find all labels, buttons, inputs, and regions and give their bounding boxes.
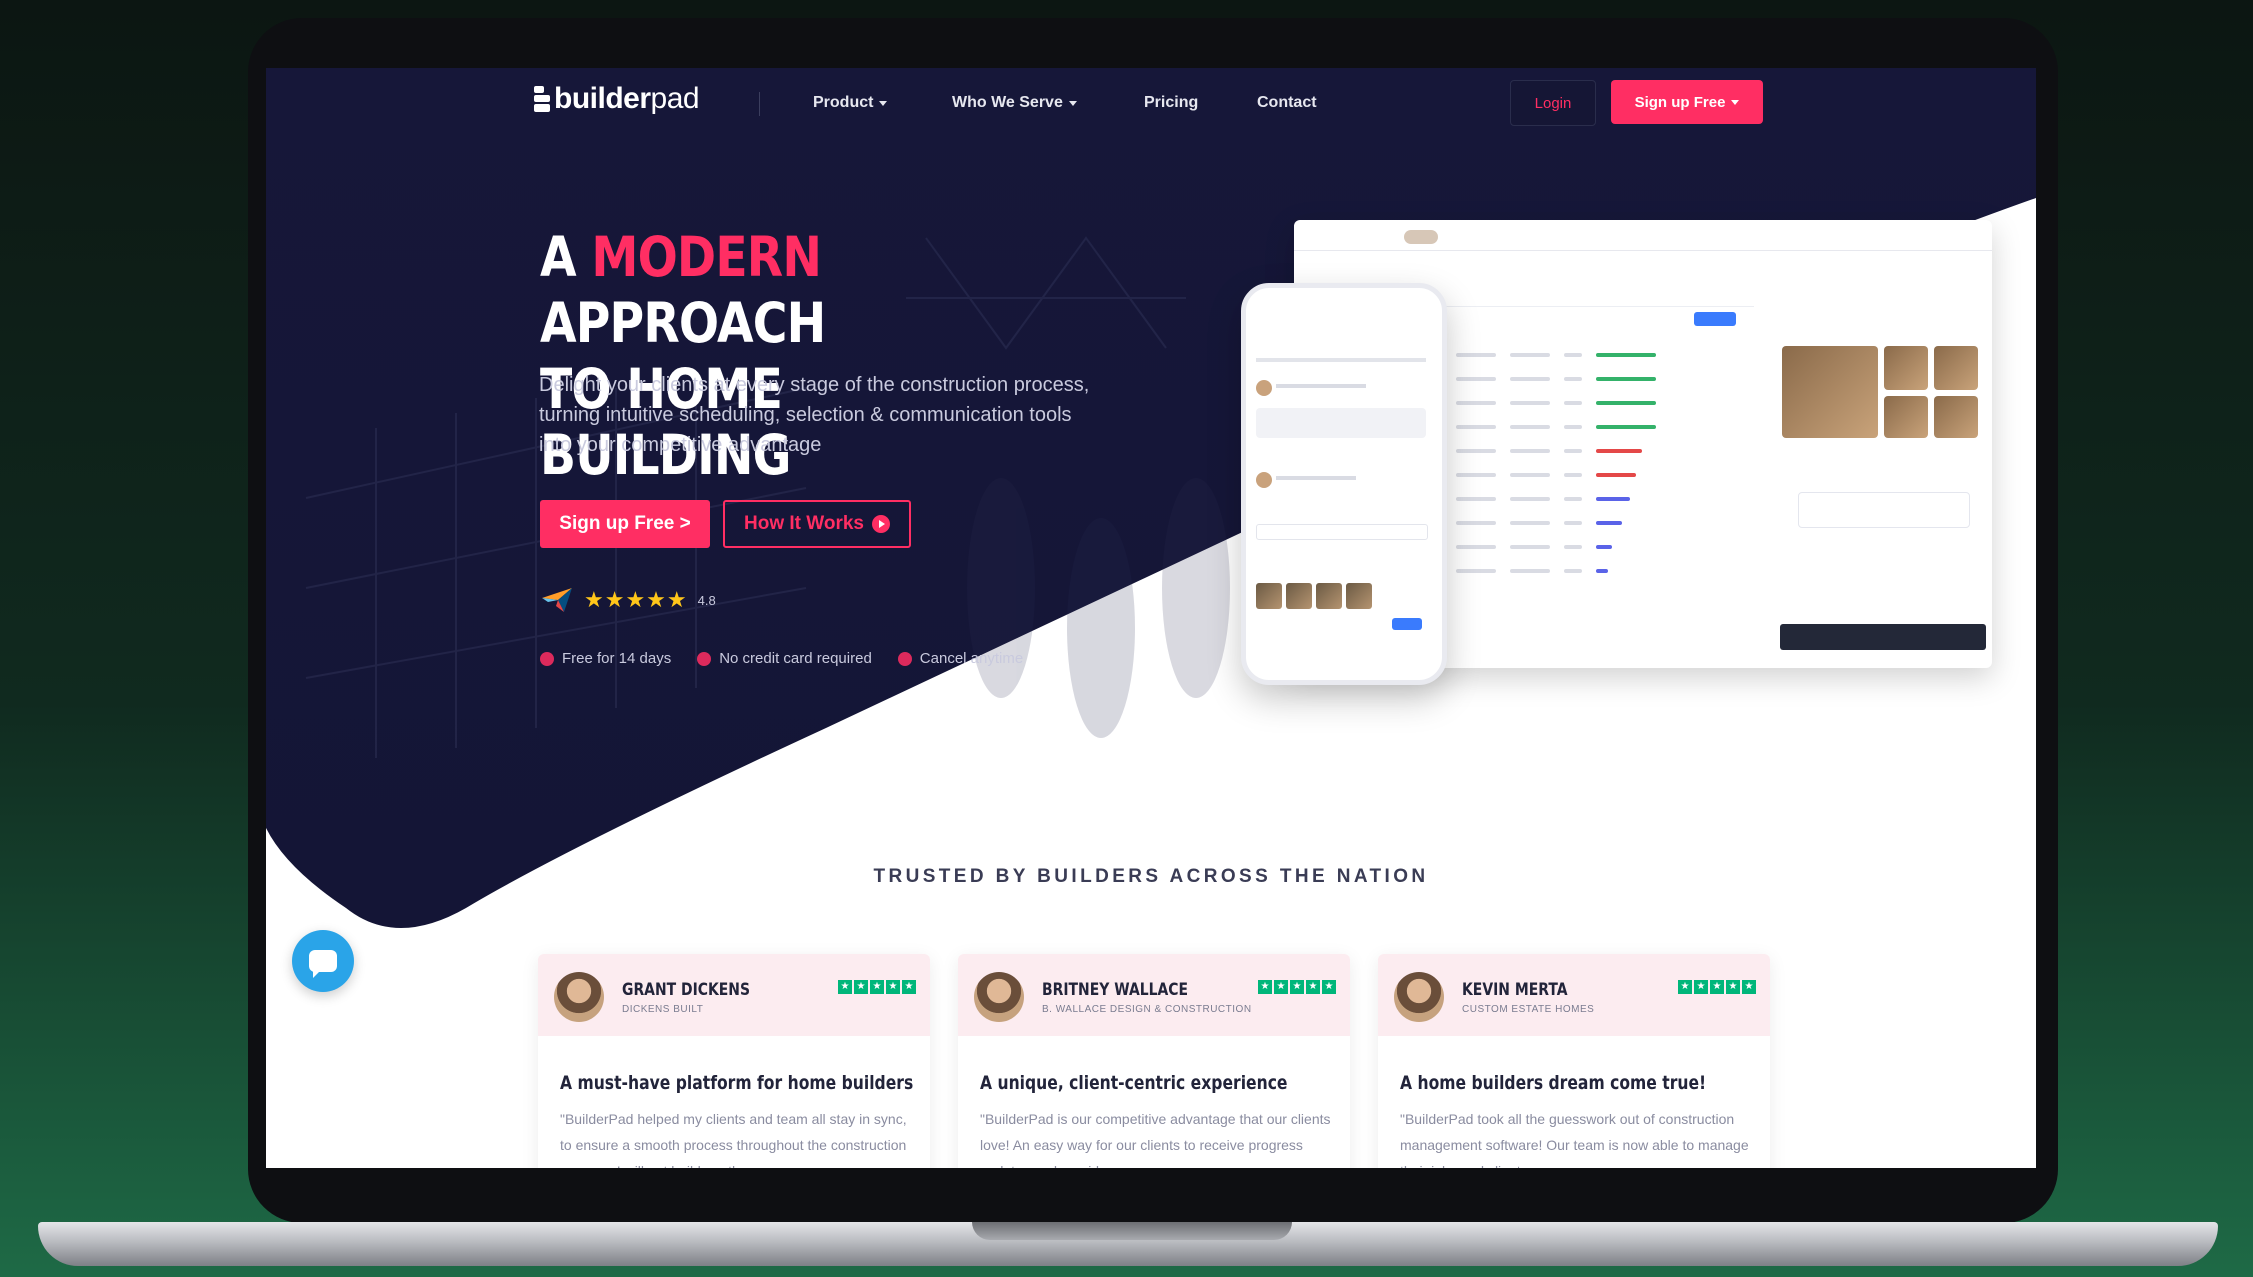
perk-item: Free for 14 days bbox=[540, 650, 671, 667]
rating-row: ★★★★★ 4.8 bbox=[540, 586, 716, 614]
logo-wordmark: builderpad bbox=[554, 82, 700, 115]
trustpilot-stars: ★ ★ ★ ★ ★ bbox=[1258, 980, 1336, 994]
review-card-header: BRITNEY WALLACE B. WALLACE DESIGN & CONS… bbox=[958, 954, 1350, 1036]
nav-product[interactable]: Product bbox=[813, 94, 888, 112]
review-card-header: GRANT DICKENS DICKENS BUILT ★ ★ ★ ★ ★ bbox=[538, 954, 930, 1036]
avatar bbox=[1394, 972, 1444, 1022]
laptop-notch bbox=[972, 1222, 1292, 1240]
trustpilot-stars: ★ ★ ★ ★ ★ bbox=[1678, 980, 1756, 994]
logo-mark-icon bbox=[534, 86, 550, 112]
feed-photo bbox=[1782, 346, 1878, 438]
phone-mockup bbox=[1241, 283, 1447, 685]
dashboard-action-button bbox=[1780, 624, 1986, 650]
review-body: "BuilderPad helped my clients and team a… bbox=[560, 1111, 907, 1168]
review-cards: GRANT DICKENS DICKENS BUILT ★ ★ ★ ★ ★ A must… bbox=[538, 954, 1770, 1168]
nav-contact[interactable]: Contact bbox=[1257, 94, 1317, 112]
reviewer-company: CUSTOM ESTATE HOMES bbox=[1462, 1004, 1595, 1015]
review-body: "BuilderPad is our competitive advantage… bbox=[980, 1111, 1331, 1168]
reviewer-name: GRANT DICKENS bbox=[622, 980, 751, 1000]
feed-photo bbox=[1934, 396, 1978, 438]
dashboard-header bbox=[1294, 220, 1992, 251]
hero-signup-button[interactable]: Sign up Free > bbox=[540, 500, 710, 548]
avatar bbox=[974, 972, 1024, 1022]
review-title: A must-have platform for home builders bbox=[560, 1072, 914, 1094]
website-screen: builderpad Product Who We Serve Pricing … bbox=[266, 68, 2036, 1168]
chat-widget-button[interactable] bbox=[292, 930, 354, 992]
perks-row: Free for 14 days No credit card required… bbox=[540, 650, 1023, 667]
review-title: A home builders dream come true! bbox=[1400, 1072, 1707, 1094]
perk-item: No credit card required bbox=[697, 650, 872, 667]
reviewer-company: DICKENS BUILT bbox=[622, 1004, 704, 1015]
rating-value: 4.8 bbox=[697, 592, 716, 608]
how-it-works-button[interactable]: How It Works bbox=[723, 500, 911, 548]
review-body: "BuilderPad took all the guesswork out o… bbox=[1400, 1111, 1749, 1168]
feed-photo bbox=[1884, 346, 1928, 390]
top-nav: builderpad Product Who We Serve Pricing … bbox=[266, 68, 2036, 134]
trustpilot-stars: ★ ★ ★ ★ ★ bbox=[838, 980, 916, 994]
review-card-header: KEVIN MERTA CUSTOM ESTATE HOMES ★ ★ ★ ★ ★ bbox=[1378, 954, 1770, 1036]
rating-stars: ★★★★★ bbox=[584, 587, 688, 612]
chevron-down-icon bbox=[879, 100, 888, 106]
builderpad-logo[interactable]: builderpad bbox=[534, 82, 700, 116]
avatar bbox=[554, 972, 604, 1022]
chat-bubble-icon bbox=[309, 950, 337, 978]
perk-item: Cancel anytime bbox=[897, 650, 1023, 667]
reviewer-company: B. WALLACE DESIGN & CONSTRUCTION bbox=[1042, 1004, 1252, 1015]
feed-photo bbox=[1934, 346, 1978, 390]
nav-pricing[interactable]: Pricing bbox=[1144, 94, 1198, 112]
capterra-arrow-icon bbox=[542, 588, 572, 612]
nav-who-we-serve[interactable]: Who We Serve bbox=[952, 94, 1077, 112]
hero-title-accent: MODERN bbox=[591, 225, 822, 289]
hero-subtitle: Delight your clients at every stage of t… bbox=[539, 374, 1090, 456]
play-circle-icon bbox=[872, 515, 890, 533]
review-title: A unique, client-centric experience bbox=[980, 1072, 1288, 1094]
review-card: KEVIN MERTA CUSTOM ESTATE HOMES ★ ★ ★ ★ ★ A … bbox=[1378, 954, 1770, 1168]
reviewer-name: BRITNEY WALLACE bbox=[1042, 980, 1189, 1000]
review-card: GRANT DICKENS DICKENS BUILT ★ ★ ★ ★ ★ A must… bbox=[538, 954, 930, 1168]
chevron-down-icon bbox=[1068, 100, 1077, 106]
review-card: BRITNEY WALLACE B. WALLACE DESIGN & CONS… bbox=[958, 954, 1350, 1168]
reviewer-name: KEVIN MERTA bbox=[1462, 980, 1568, 1000]
trusted-heading: TRUSTED BY BUILDERS ACROSS THE NATION bbox=[873, 866, 1429, 887]
chevron-down-icon bbox=[1731, 99, 1740, 105]
nav-divider bbox=[759, 92, 760, 116]
cancel-icon bbox=[897, 651, 912, 666]
gift-icon bbox=[540, 651, 554, 666]
card-icon bbox=[697, 651, 712, 666]
nav-signup-button[interactable]: Sign up Free bbox=[1611, 80, 1763, 124]
login-button[interactable]: Login bbox=[1510, 80, 1596, 126]
feed-photo bbox=[1884, 396, 1928, 438]
